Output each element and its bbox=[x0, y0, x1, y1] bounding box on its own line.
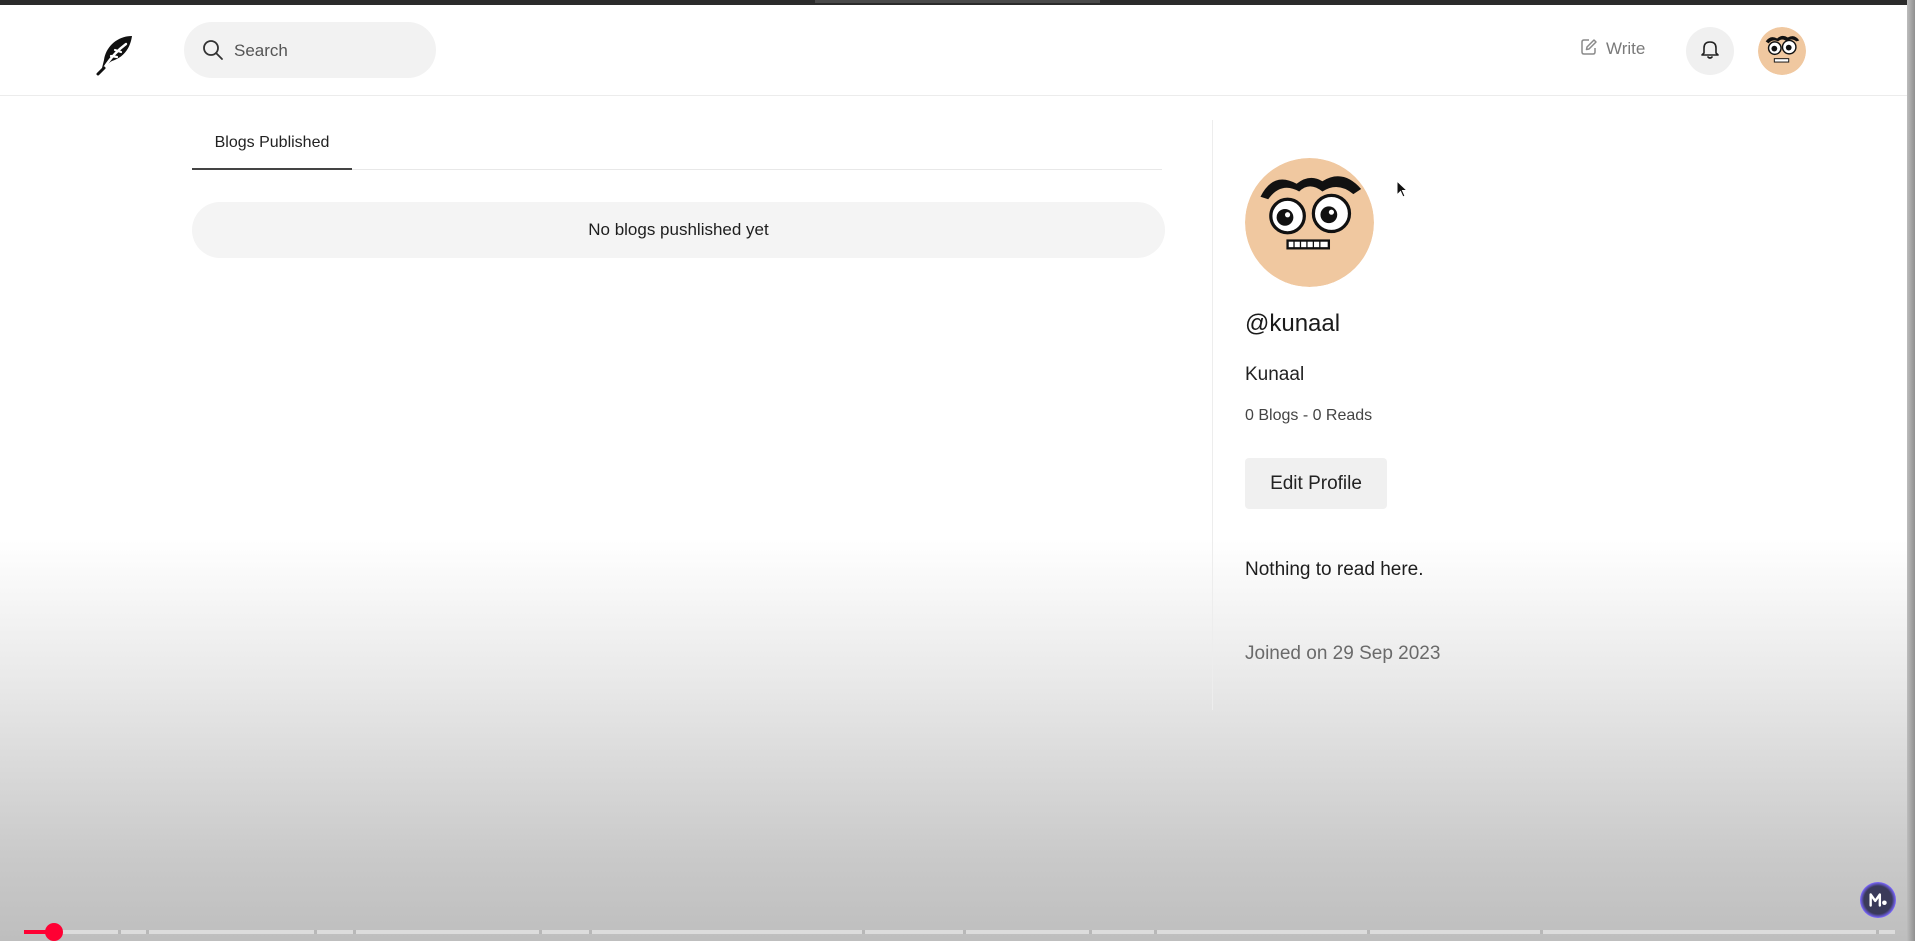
notifications-button[interactable] bbox=[1686, 27, 1734, 75]
chapter-mark bbox=[353, 930, 357, 934]
user-avatar-button[interactable] bbox=[1758, 27, 1806, 75]
profile-username: @kunaal bbox=[1245, 310, 1341, 337]
empty-blogs-message: No blogs pushlished yet bbox=[192, 202, 1165, 258]
chapter-mark bbox=[1088, 930, 1092, 934]
sidebar-divider bbox=[1212, 120, 1213, 710]
channel-watermark-icon[interactable] bbox=[1860, 882, 1896, 918]
chapter-mark bbox=[589, 930, 593, 934]
write-label: Write bbox=[1606, 39, 1646, 58]
cartoon-face-icon bbox=[1245, 158, 1374, 287]
tab-blogs-published[interactable]: Blogs Published bbox=[192, 118, 352, 170]
chapter-mark bbox=[117, 930, 121, 934]
pen-square-icon bbox=[1580, 38, 1598, 61]
bell-icon bbox=[1699, 38, 1721, 65]
chapter-mark bbox=[538, 930, 542, 934]
window-top-highlight bbox=[815, 0, 1100, 3]
chapter-mark bbox=[314, 930, 317, 934]
edit-profile-button[interactable]: Edit Profile bbox=[1245, 458, 1387, 509]
chapter-mark bbox=[862, 930, 866, 934]
cartoon-face-icon bbox=[1758, 27, 1806, 75]
chapter-mark bbox=[1539, 930, 1543, 934]
tab-label: Blogs Published bbox=[214, 134, 330, 151]
window-right-edge bbox=[1907, 0, 1915, 941]
navbar: Write bbox=[0, 5, 1907, 96]
write-button[interactable]: Write bbox=[1580, 35, 1645, 63]
empty-message-text: No blogs pushlished yet bbox=[588, 220, 769, 239]
search-icon bbox=[202, 39, 224, 61]
profile-tabs: Blogs Published bbox=[192, 118, 1162, 170]
mouse-cursor-icon bbox=[1396, 179, 1409, 198]
video-scrubber-handle[interactable] bbox=[44, 923, 63, 941]
feather-icon[interactable] bbox=[92, 30, 140, 78]
search-input[interactable] bbox=[232, 22, 426, 80]
chapter-mark bbox=[145, 930, 149, 934]
search-bar[interactable] bbox=[184, 22, 436, 80]
profile-stats: 0 Blogs - 0 Reads bbox=[1245, 407, 1373, 424]
chapter-mark bbox=[1154, 930, 1158, 934]
profile-joined-date: Joined on 29 Sep 2023 bbox=[1245, 643, 1441, 664]
profile-bio: Nothing to read here. bbox=[1245, 559, 1424, 580]
profile-avatar bbox=[1245, 158, 1374, 287]
video-progress-bar[interactable] bbox=[24, 923, 1895, 941]
profile-fullname: Kunaal bbox=[1245, 364, 1305, 385]
chapter-mark bbox=[1367, 930, 1371, 934]
chapter-mark bbox=[963, 930, 967, 934]
chapter-mark bbox=[1876, 930, 1880, 934]
